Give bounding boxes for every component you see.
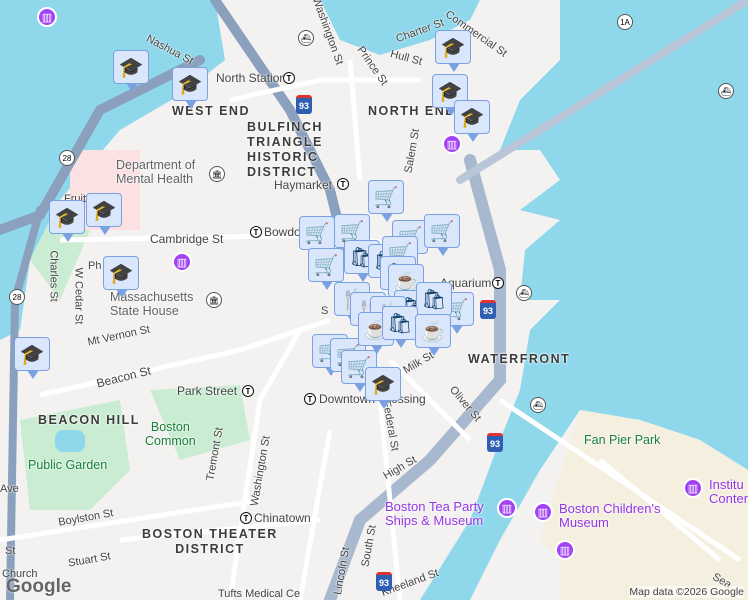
shopping-cart-icon: 🛒 — [304, 222, 330, 245]
school-marker[interactable]: 🎓 — [14, 337, 50, 379]
shopping-bag-icon: 🛍 — [387, 312, 413, 335]
shopping-bag-icon: 🛍 — [421, 288, 447, 311]
water-frog-pond — [55, 430, 85, 452]
map-attribution[interactable]: Map data ©2026 Google — [629, 586, 744, 598]
street-w-cedar: W Cedar St — [72, 267, 85, 325]
interstate-93-shield: 93 — [480, 300, 496, 319]
label-dmh: Department of Mental Health — [116, 158, 196, 186]
transit-icon[interactable]: T — [492, 277, 504, 289]
label-bulfinch-triangle: BULFINCH TRIANGLE HISTORIC DISTRICT — [247, 120, 323, 179]
interstate-93-shield: 93 — [376, 572, 392, 591]
label-public-garden: Public Garden — [28, 458, 108, 472]
label-fan-pier-park: Fan Pier Park — [584, 433, 661, 447]
government-icon: 🏛 — [206, 292, 222, 308]
label-institute[interactable]: Institu Conter — [709, 478, 748, 506]
cart-marker[interactable]: 🛒 — [308, 248, 344, 290]
label-park-street[interactable]: Park Street — [177, 384, 237, 398]
school-icon: 🎓 — [108, 262, 134, 285]
cafe-icon: ☕ — [420, 320, 446, 343]
ferry-icon[interactable]: ⛴ — [530, 397, 546, 413]
school-icon: 🎓 — [91, 199, 117, 222]
school-marker[interactable]: 🎓 — [103, 256, 139, 298]
museum-icon[interactable]: ▥ — [533, 502, 553, 522]
label-childrens-museum[interactable]: Boston Children's Museum — [559, 502, 660, 530]
museum-icon[interactable]: ▥ — [497, 498, 517, 518]
cart-marker[interactable]: 🛒 — [368, 180, 404, 222]
school-marker[interactable]: 🎓 — [454, 100, 490, 142]
route-28-shield: 28 — [9, 289, 25, 305]
google-logo[interactable]: Google — [6, 576, 71, 598]
ferry-icon[interactable]: ⛴ — [298, 30, 314, 46]
museum-icon[interactable]: ▥ — [37, 7, 57, 27]
route-28-shield: 28 — [59, 150, 75, 166]
school-marker[interactable]: 🎓 — [49, 200, 85, 242]
transit-icon[interactable]: T — [240, 512, 252, 524]
transit-icon[interactable]: T — [250, 226, 262, 238]
museum-icon[interactable]: ▥ — [172, 252, 192, 272]
label-tea-party-museum[interactable]: Boston Tea Party Ships & Museum — [385, 500, 484, 528]
cart-marker[interactable]: 🛒 — [299, 216, 335, 258]
label-chinatown[interactable]: Chinatown — [254, 511, 311, 525]
label-tufts: Tufts Medical Ce — [218, 588, 301, 600]
shopping-cart-icon: 🛒 — [313, 254, 339, 277]
shopping-cart-icon: 🛒 — [429, 220, 455, 243]
label-haymarket[interactable]: Haymarket — [274, 178, 332, 192]
school-marker[interactable]: 🎓 — [86, 193, 122, 235]
interstate-93-shield: 93 — [487, 433, 503, 452]
school-marker[interactable]: 🎓 — [172, 67, 208, 109]
school-icon: 🎓 — [19, 343, 45, 366]
cafe-marker[interactable]: ☕ — [415, 314, 451, 356]
school-icon: 🎓 — [370, 373, 396, 396]
label-north-station[interactable]: North Station — [216, 71, 286, 85]
museum-icon[interactable]: ▥ — [555, 540, 575, 560]
transit-icon[interactable]: T — [283, 72, 295, 84]
government-icon: 🏛 — [209, 166, 225, 182]
school-marker[interactable]: 🎓 — [113, 50, 149, 92]
transit-icon[interactable]: T — [242, 385, 254, 397]
street-ph: Ph — [88, 260, 102, 272]
street-cambridge: Cambridge St — [150, 232, 224, 246]
school-icon: 🎓 — [459, 106, 485, 129]
school-icon: 🎓 — [54, 206, 80, 229]
label-boston-common: Boston Common — [145, 420, 196, 448]
street-state: S — [321, 305, 329, 317]
school-marker[interactable]: 🎓 — [365, 367, 401, 409]
transit-icon[interactable]: T — [337, 178, 349, 190]
route-1a-shield: 1A — [617, 14, 633, 30]
ferry-icon[interactable]: ⛴ — [516, 285, 532, 301]
museum-icon[interactable]: ▥ — [442, 134, 462, 154]
label-waterfront: WATERFRONT — [468, 352, 571, 366]
street-st: St — [5, 545, 16, 557]
interstate-93-shield: 93 — [296, 95, 312, 114]
street-charles: Charles St — [47, 250, 60, 302]
shop-marker[interactable]: 🛍 — [382, 306, 418, 348]
museum-icon[interactable]: ▥ — [683, 478, 703, 498]
street-ave: Ave — [0, 483, 19, 495]
school-icon: 🎓 — [440, 36, 466, 59]
school-marker[interactable]: 🎓 — [435, 30, 471, 72]
transit-icon[interactable]: T — [304, 393, 316, 405]
label-west-end: WEST END — [172, 104, 250, 118]
ferry-icon[interactable]: ⛴ — [718, 83, 734, 99]
cart-marker[interactable]: 🛒 — [424, 214, 460, 256]
shopping-cart-icon: 🛒 — [373, 186, 399, 209]
label-beacon-hill: BEACON HILL — [38, 413, 140, 427]
shop-marker[interactable]: 🛍 — [416, 282, 452, 324]
label-theater-district: BOSTON THEATER DISTRICT — [142, 527, 278, 556]
school-icon: 🎓 — [118, 56, 144, 79]
school-icon: 🎓 — [177, 73, 203, 96]
